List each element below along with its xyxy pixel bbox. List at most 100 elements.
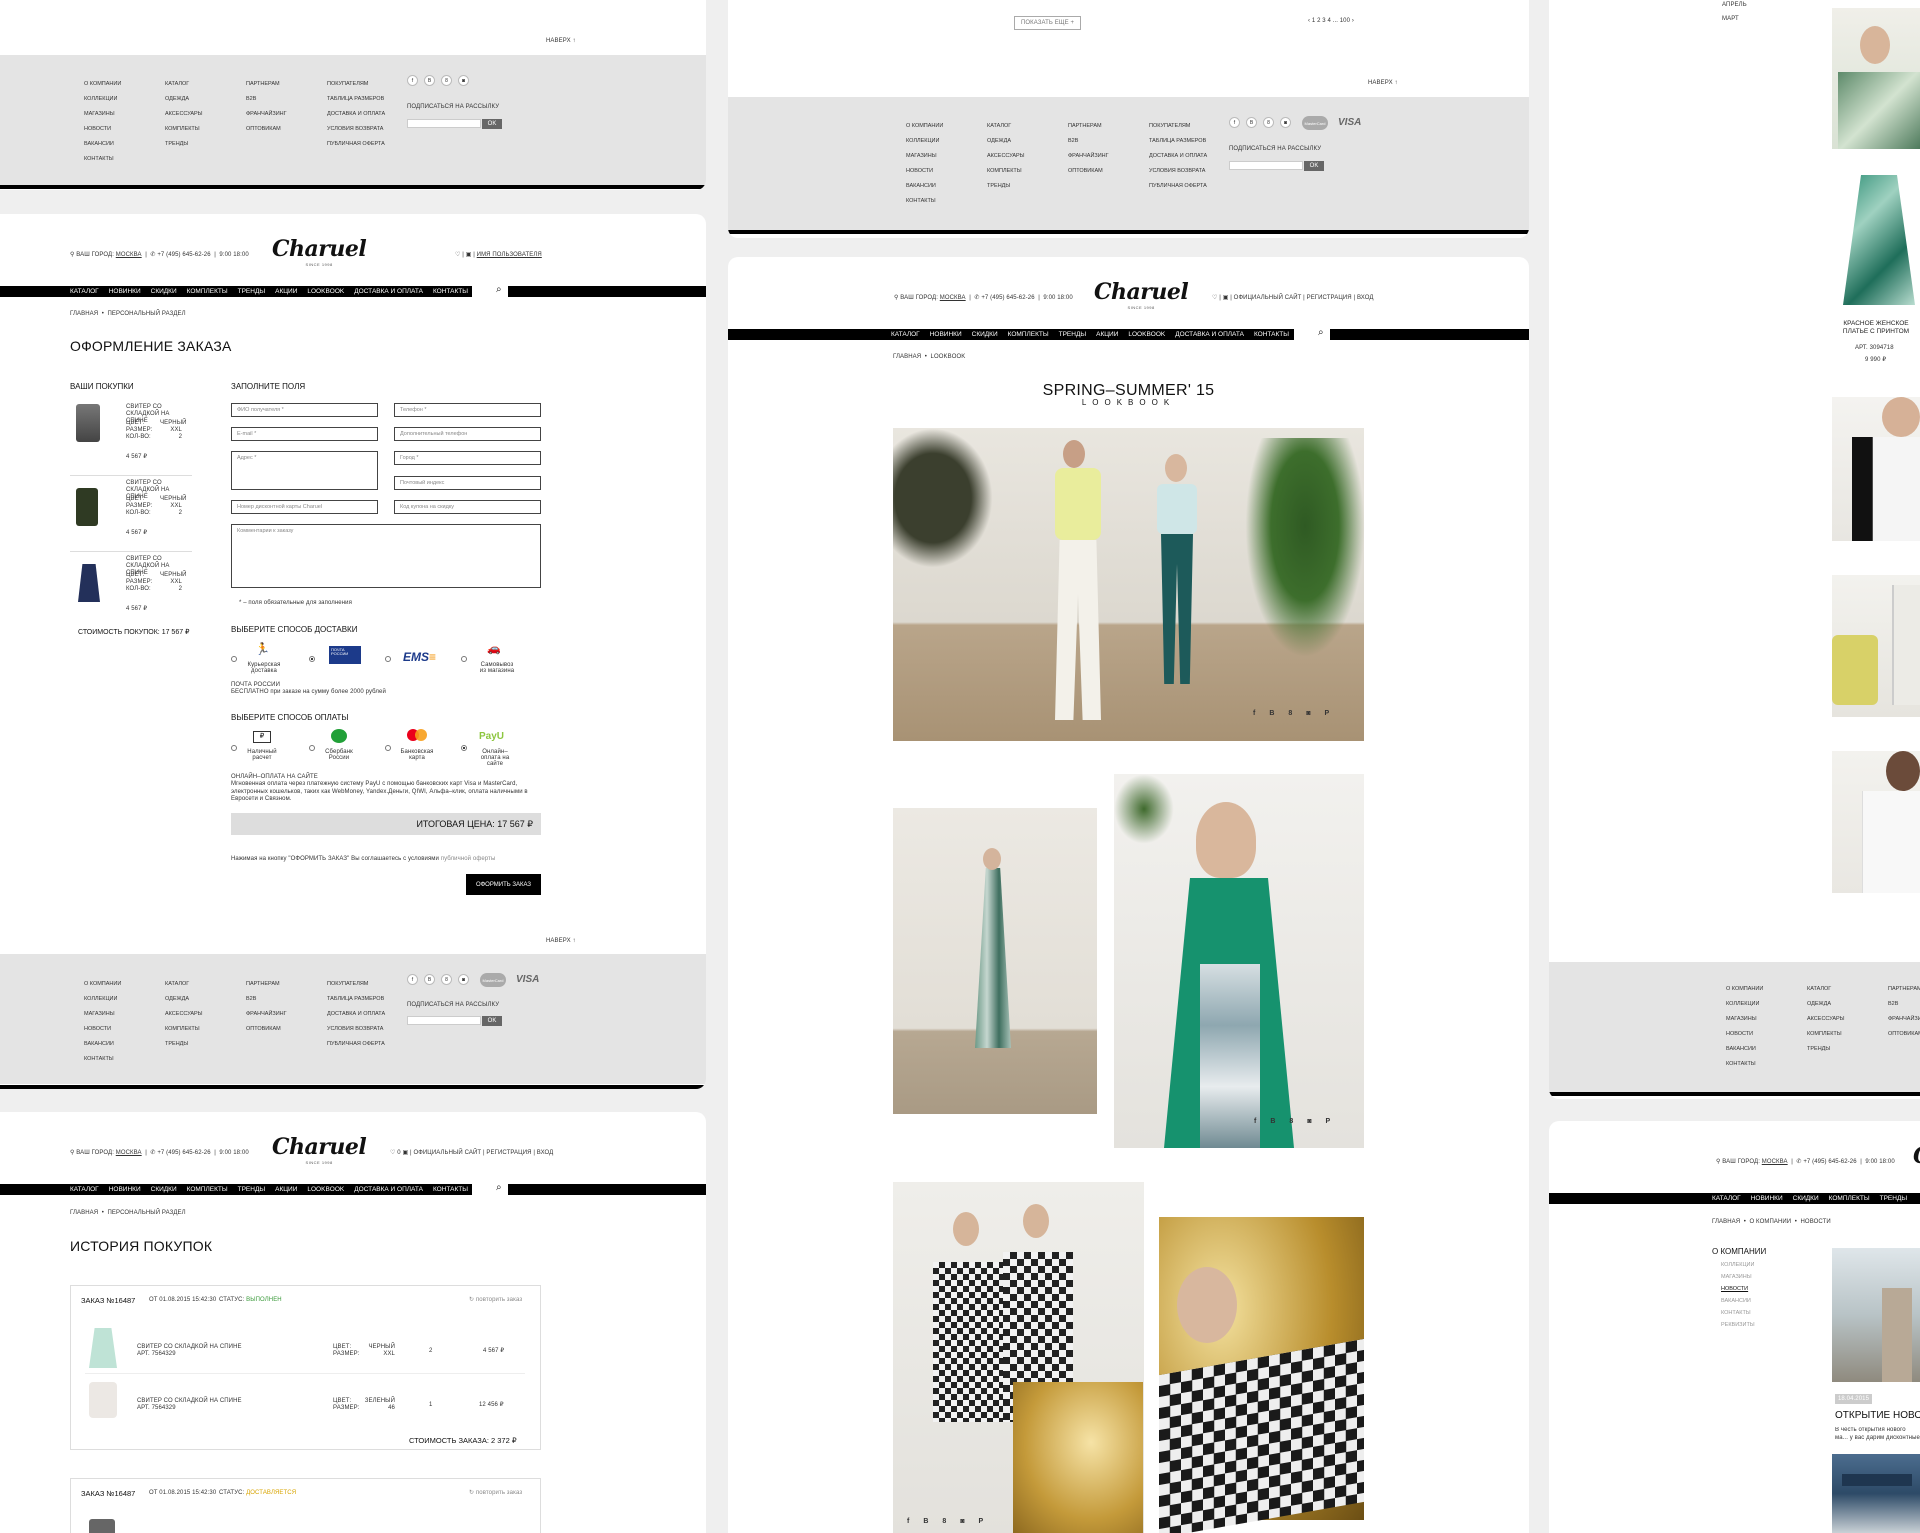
footer-link[interactable]: Комплекты	[1807, 1031, 1845, 1037]
vk-icon[interactable]: В	[1270, 1118, 1275, 1125]
odnoklassniki-icon[interactable]: 8	[441, 974, 452, 985]
footer-link[interactable]: Таблица размеров	[327, 996, 385, 1002]
nav-new[interactable]: Новинки	[930, 331, 962, 338]
footer-link[interactable]: Магазины	[84, 111, 121, 117]
repeat-order-link[interactable]: ↻ повторить заказ	[469, 1490, 522, 1496]
footer-link[interactable]: B2B	[1888, 1001, 1920, 1007]
footer-link[interactable]: Контакты	[84, 1056, 121, 1062]
nav-delivery[interactable]: Доставка и оплата	[354, 288, 423, 295]
coupon-field[interactable]: Код купона на скидку	[394, 500, 541, 514]
nav-sets[interactable]: Комплекты	[187, 288, 228, 295]
search-icon[interactable]: ⌕	[1318, 327, 1324, 338]
email-field[interactable]: E-mail *	[231, 427, 378, 441]
footer-link[interactable]: Партнерам	[246, 981, 287, 987]
nav-sets[interactable]: Комплекты	[187, 1186, 228, 1193]
news-photo[interactable]	[1832, 1248, 1920, 1382]
footer-link[interactable]: Тренды	[987, 183, 1025, 189]
footer-link[interactable]: Новости	[84, 1026, 121, 1032]
to-top-link[interactable]: НАВЕРХ ↑	[546, 38, 576, 44]
payment-radio-cash[interactable]	[231, 745, 237, 751]
footer-link[interactable]: Публичная оферта	[327, 1041, 385, 1047]
nav-catalog[interactable]: Каталог	[70, 288, 99, 295]
item-thumbnail[interactable]	[76, 488, 98, 526]
city-select[interactable]: МОСКВА	[1762, 1159, 1788, 1165]
footer-link[interactable]: Публичная оферта	[327, 141, 385, 147]
sidebar-item-vacancies[interactable]: Вакансии	[1721, 1298, 1755, 1304]
footer-link[interactable]: О компании	[1726, 986, 1763, 992]
nav-sale[interactable]: Скидки	[972, 331, 998, 338]
nav-catalog[interactable]: Каталог	[1712, 1195, 1741, 1202]
footer-link[interactable]: Коллекции	[84, 996, 121, 1002]
item-thumbnail[interactable]	[76, 404, 100, 442]
nav-lookbook[interactable]: Lookbook	[307, 288, 344, 295]
odnoklassniki-icon[interactable]: 8	[1288, 710, 1292, 717]
instagram-icon[interactable]: ◙	[1307, 1118, 1311, 1125]
footer-link[interactable]: Покупателям	[327, 981, 385, 987]
nav-sets[interactable]: Комплекты	[1829, 1195, 1870, 1202]
footer-link[interactable]: Магазины	[906, 153, 943, 159]
nav-trends[interactable]: Тренды	[1880, 1195, 1908, 1202]
footer-link[interactable]: Аксессуары	[165, 111, 203, 117]
sidebar-item-requisites[interactable]: Реквизиты	[1721, 1322, 1755, 1328]
address-field[interactable]: Адрес *	[231, 451, 378, 490]
nav-contacts[interactable]: Контакты	[433, 288, 468, 295]
nav-sale[interactable]: Скидки	[151, 1186, 177, 1193]
heart-icon[interactable]: ♡	[455, 252, 460, 258]
instagram-icon[interactable]: ◙	[458, 75, 469, 86]
instagram-icon[interactable]: ◙	[1280, 117, 1291, 128]
delivery-radio-pickup[interactable]	[461, 656, 467, 662]
official-site-link[interactable]: ОФИЦИАЛЬНЫЙ САЙТ	[1234, 295, 1302, 301]
city-select[interactable]: МОСКВА	[116, 252, 142, 258]
news-photo[interactable]	[1832, 1454, 1920, 1533]
logo[interactable]: Charuel SINCE 1998	[1094, 279, 1189, 310]
sidebar-item-collections[interactable]: Коллекции	[1721, 1262, 1755, 1268]
footer-link[interactable]: О компании	[84, 81, 121, 87]
footer-link[interactable]: Каталог	[1807, 986, 1845, 992]
discount-card-field[interactable]: Номер дисконтной карты Charuel	[231, 500, 378, 514]
payment-radio-card[interactable]	[385, 745, 391, 751]
login-link[interactable]: ВХОД	[537, 1150, 554, 1156]
footer-link[interactable]: Новости	[84, 126, 121, 132]
nav-trends[interactable]: Тренды	[238, 288, 266, 295]
footer-link[interactable]: Условия возврата	[1149, 168, 1207, 174]
footer-link[interactable]: Магазины	[84, 1011, 121, 1017]
news-title[interactable]: ОТКРЫТИЕ НОВОГО	[1835, 1410, 1920, 1421]
to-top-link[interactable]: НАВЕРХ ↑	[546, 938, 576, 944]
footer-link[interactable]: Магазины	[1726, 1016, 1763, 1022]
pinterest-icon[interactable]: P	[979, 1518, 984, 1525]
search-icon[interactable]: ⌕	[496, 284, 502, 295]
footer-link[interactable]: Вакансии	[906, 183, 943, 189]
footer-link[interactable]: Аксессуары	[165, 1011, 203, 1017]
footer-link[interactable]: B2B	[1068, 138, 1109, 144]
footer-link[interactable]: Франчайзинг	[1068, 153, 1109, 159]
footer-link[interactable]: Франчайзинг	[246, 111, 287, 117]
footer-link[interactable]: Оптовикам	[246, 126, 287, 132]
nav-promos[interactable]: Акции	[1096, 331, 1118, 338]
breadcrumb-link[interactable]: О компании	[1750, 1219, 1792, 1225]
footer-link[interactable]: Партнерам	[246, 81, 287, 87]
vk-icon[interactable]: В	[1246, 117, 1257, 128]
subscribe-input[interactable]	[407, 119, 481, 128]
month-filter[interactable]: МАРТ	[1722, 16, 1739, 22]
footer-link[interactable]: Контакты	[1726, 1061, 1763, 1067]
item-name[interactable]: СВИТЕР СО СКЛАДКОЙ НА СПИНЕ	[137, 1398, 242, 1404]
lookbook-photo[interactable]: f В 8 ◙ P	[1114, 774, 1364, 1148]
footer-link[interactable]: О компании	[84, 981, 121, 987]
vk-icon[interactable]: В	[1269, 710, 1274, 717]
login-link[interactable]: ВХОД	[1357, 295, 1374, 301]
nav-promos[interactable]: Акции	[275, 1186, 297, 1193]
cart-icon[interactable]: ▣	[466, 252, 472, 258]
footer-link[interactable]: Вакансии	[1726, 1046, 1763, 1052]
footer-link[interactable]: Условия возврата	[327, 126, 385, 132]
instagram-icon[interactable]: ◙	[960, 1518, 964, 1525]
cart-icon[interactable]: ▣	[402, 1150, 408, 1156]
nav-trends[interactable]: Тренды	[1059, 331, 1087, 338]
city-select[interactable]: МОСКВА	[940, 295, 966, 301]
nav-catalog[interactable]: Каталог	[891, 331, 920, 338]
fio-field[interactable]: ФИО получателя *	[231, 403, 378, 417]
official-site-link[interactable]: ОФИЦИАЛЬНЫЙ САЙТ	[413, 1150, 481, 1156]
payment-radio-online[interactable]	[461, 745, 467, 751]
footer-link[interactable]: Партнерам	[1888, 986, 1920, 992]
username-link[interactable]: ИМЯ ПОЛЬЗОВАТЕЛЯ	[477, 252, 542, 258]
logo[interactable]: Charuel SINCE 1998	[272, 236, 367, 267]
